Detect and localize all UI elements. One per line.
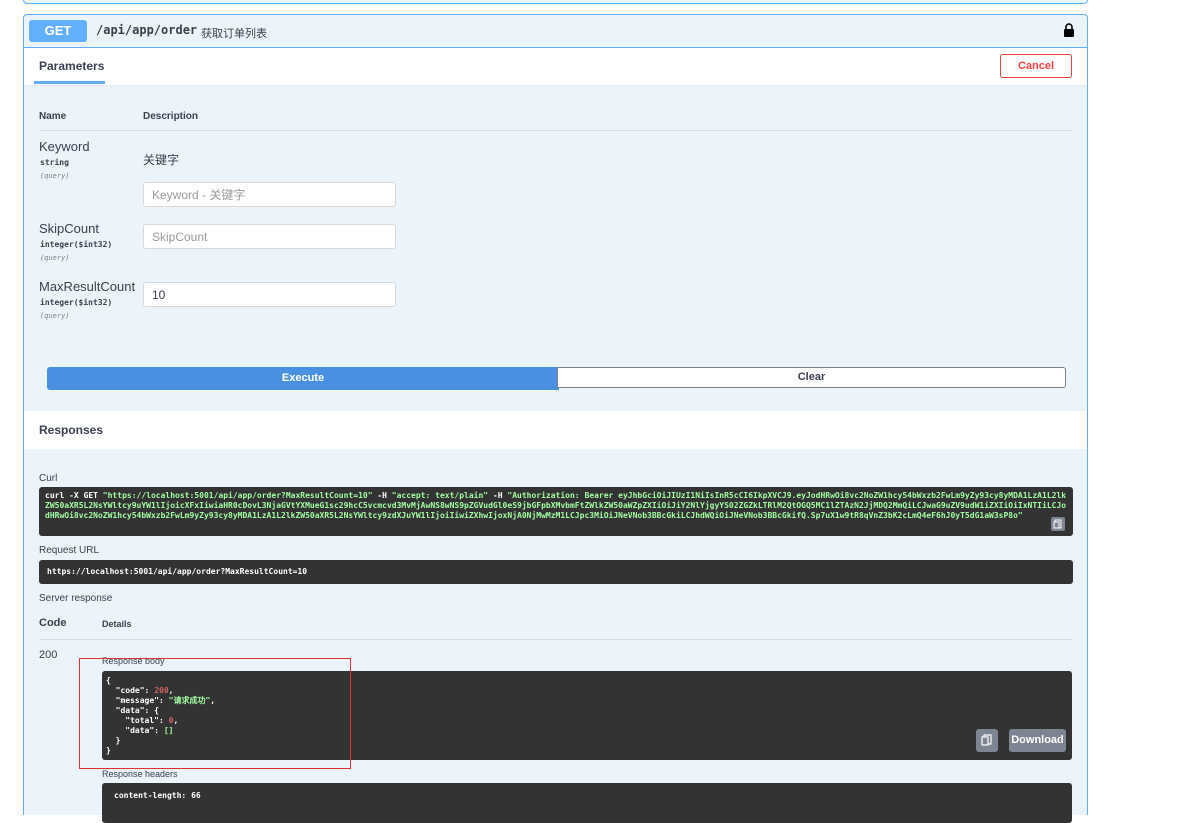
server-response-label: Server response [39, 593, 113, 604]
param-skipcount-name: SkipCount [39, 221, 99, 236]
param-skipcount-in: (query) [40, 254, 70, 262]
param-keyword-description: 关键字 [143, 153, 180, 167]
curl-h1: -H [372, 491, 392, 500]
param-keyword-type: string [40, 158, 69, 167]
response-headers-label: Response headers [102, 769, 178, 779]
copy-button[interactable] [976, 729, 998, 752]
method-badge: GET [29, 20, 87, 42]
param-keyword-name: Keyword [39, 139, 90, 154]
response-code: 200 [39, 649, 58, 661]
curl-cmd: curl -X GET [45, 491, 103, 500]
param-keyword-in: (query) [40, 172, 70, 180]
divider [39, 639, 1073, 640]
response-headers: content-length: 66 [102, 783, 1072, 823]
curl-label: Curl [39, 473, 58, 484]
curl-h2: -H [488, 491, 508, 500]
operation-summary[interactable]: GET /api/app/order 获取订单列表 [24, 15, 1087, 48]
param-maxresultcount-name: MaxResultCount [39, 279, 136, 294]
request-url-label: Request URL [39, 545, 100, 556]
skipcount-input[interactable] [143, 224, 396, 249]
download-button[interactable]: Download [1009, 729, 1066, 752]
operation-path: /api/app/order [96, 23, 198, 37]
parameters-header: Parameters Cancel [24, 48, 1087, 86]
operation-description: 获取订单列表 [201, 28, 267, 40]
param-skipcount-type: integer($int32) [40, 240, 113, 249]
column-description-header: Description [143, 111, 199, 122]
param-maxresultcount-in: (query) [40, 312, 70, 320]
tab-underline [34, 81, 105, 84]
maxresultcount-input[interactable] [143, 282, 396, 307]
request-url: https://localhost:5001/api/app/order?Max… [39, 560, 1073, 584]
highlight-box [79, 658, 351, 769]
details-header: Details [102, 619, 132, 629]
responses-header: Responses [24, 411, 1087, 449]
code-header: Code [39, 617, 67, 629]
curl-accept: "accept: text/plain" [391, 491, 489, 500]
clear-button[interactable]: Clear [557, 367, 1066, 388]
curl-url: "https://localhost:5001/api/app/order?Ma… [102, 491, 373, 500]
responses-title: Responses [39, 423, 104, 437]
execute-button[interactable]: Execute [47, 367, 559, 390]
cancel-button[interactable]: Cancel [1000, 54, 1072, 78]
curl-command[interactable]: curl -X GET "https://localhost:5001/api/… [39, 487, 1073, 536]
param-maxresultcount-type: integer($int32) [40, 298, 113, 307]
copy-icon[interactable] [1051, 517, 1065, 531]
previous-operation-edge [23, 0, 1088, 4]
divider [39, 130, 1073, 131]
tab-parameters[interactable]: Parameters [39, 59, 104, 73]
keyword-input[interactable] [143, 182, 396, 207]
column-name-header: Name [39, 111, 67, 122]
lock-icon[interactable] [1063, 23, 1075, 37]
